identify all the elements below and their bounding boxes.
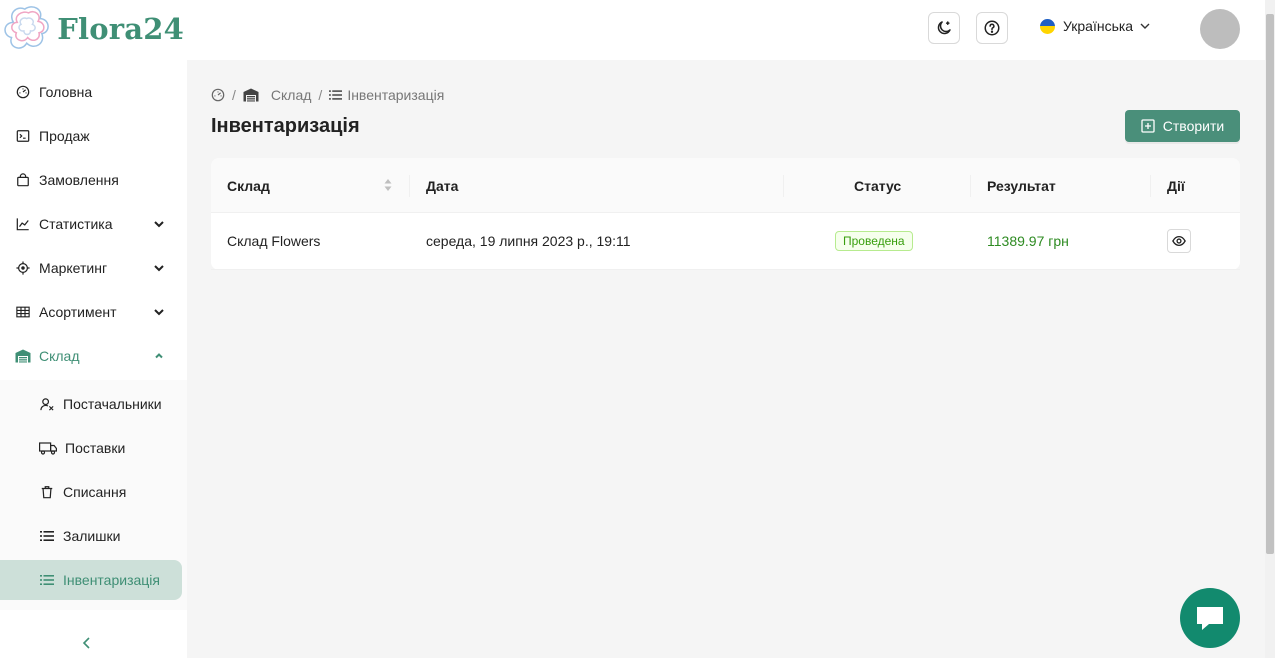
list-icon <box>39 528 55 544</box>
inventory-table: Склад Дата Статус Результат Дії Склад Fl… <box>211 158 1240 270</box>
breadcrumb-current-label: Інвентаризація <box>347 87 445 103</box>
column-divider <box>409 175 410 197</box>
chat-bubble-icon <box>1197 607 1223 630</box>
sidebar-item-label: Головна <box>39 84 93 100</box>
sidebar-subitem-stock[interactable]: Залишки <box>0 516 187 556</box>
flower-logo-icon <box>4 6 49 49</box>
sort-icon[interactable] <box>383 178 393 195</box>
chevron-down-icon <box>152 305 166 319</box>
breadcrumb-current: Інвентаризація <box>329 87 444 103</box>
collapse-sidebar-button[interactable] <box>80 636 94 650</box>
create-button[interactable]: Створити <box>1125 110 1240 142</box>
scrollbar-thumb[interactable] <box>1266 14 1274 554</box>
list-icon <box>329 90 343 100</box>
plus-square-icon <box>1141 119 1155 133</box>
sidebar-item-label: Статистика <box>39 216 113 232</box>
sidebar-subitem-label: Списання <box>63 484 127 500</box>
sidebar-subitem-label: Інвентаризація <box>63 572 160 588</box>
sidebar-item-label: Склад <box>39 348 80 364</box>
sidebar-subitem-writeoffs[interactable]: Списання <box>0 472 187 512</box>
sidebar-item-label: Замовлення <box>39 172 119 188</box>
theme-toggle-button[interactable] <box>928 12 960 44</box>
sidebar-item-statistics[interactable]: Статистика <box>0 202 187 246</box>
sidebar-subitem-label: Поставки <box>65 440 126 456</box>
terminal-icon <box>15 128 31 144</box>
sidebar-item-marketing[interactable]: Маркетинг <box>0 246 187 290</box>
column-divider <box>970 175 971 197</box>
sidebar: Головна Продаж Замовлення Статистика Мар… <box>0 60 187 658</box>
eye-icon <box>1172 235 1186 247</box>
shopping-bag-icon <box>15 172 31 188</box>
sidebar-subitem-suppliers[interactable]: Постачальники <box>0 384 187 424</box>
breadcrumb-warehouse[interactable]: Склад <box>243 87 312 103</box>
sidebar-subitem-label: Постачальники <box>63 396 162 412</box>
column-header-result: Результат <box>987 177 1056 194</box>
dashboard-icon <box>15 84 31 100</box>
breadcrumb-separator: / <box>232 87 236 103</box>
sidebar-subitem-deliveries[interactable]: Поставки <box>0 428 187 468</box>
sidebar-subitem-inventory[interactable]: Інвентаризація <box>0 560 182 600</box>
chat-button[interactable] <box>1180 588 1240 648</box>
sidebar-item-assortment[interactable]: Асортимент <box>0 290 187 334</box>
logo[interactable]: Flora24 <box>4 4 184 54</box>
warehouse-icon <box>15 348 31 364</box>
language-selector[interactable]: Українська <box>1040 18 1151 34</box>
help-button[interactable] <box>976 12 1008 44</box>
chevron-down-icon <box>152 217 166 231</box>
sidebar-item-sales[interactable]: Продаж <box>0 114 187 158</box>
cell-date: середа, 19 липня 2023 р., 19:11 <box>426 233 631 249</box>
top-header: Flora24 Українська <box>0 0 1265 60</box>
list-icon <box>39 572 55 588</box>
cell-status: Проведена <box>835 213 913 269</box>
warehouse-icon <box>243 88 259 102</box>
trash-icon <box>39 484 55 500</box>
column-header-actions: Дії <box>1167 177 1185 194</box>
breadcrumb: / Склад / Інвентаризація <box>211 87 444 103</box>
column-header-date: Дата <box>426 177 459 194</box>
sidebar-item-label: Асортимент <box>39 304 117 320</box>
cell-warehouse: Склад Flowers <box>227 233 321 249</box>
avatar[interactable] <box>1200 9 1240 49</box>
breadcrumb-home[interactable] <box>211 88 225 102</box>
chevron-down-icon <box>1140 23 1150 29</box>
sidebar-item-label: Продаж <box>39 128 90 144</box>
breadcrumb-separator: / <box>318 87 323 103</box>
sidebar-item-warehouse[interactable]: Склад <box>0 334 187 378</box>
column-header-status: Статус <box>854 177 902 194</box>
ukraine-flag-icon <box>1040 18 1055 34</box>
dashboard-icon <box>211 88 225 102</box>
page-title: Інвентаризація <box>211 115 360 137</box>
sidebar-item-orders[interactable]: Замовлення <box>0 158 187 202</box>
cell-result: 11389.97 грн <box>987 233 1069 249</box>
chevron-down-icon <box>152 261 166 275</box>
sidebar-item-home[interactable]: Головна <box>0 70 187 114</box>
line-chart-icon <box>15 216 31 232</box>
create-button-label: Створити <box>1162 118 1225 134</box>
language-label: Українська <box>1063 18 1134 34</box>
table-row: Склад Flowers середа, 19 липня 2023 р., … <box>211 213 1240 270</box>
question-icon <box>984 20 1000 36</box>
logo-text: Flora24 <box>57 12 184 46</box>
truck-icon <box>39 440 57 456</box>
suppliers-icon <box>39 396 55 412</box>
status-badge: Проведена <box>835 231 913 251</box>
chevron-left-icon <box>82 637 90 649</box>
chevron-up-icon <box>152 349 166 363</box>
table-header: Склад Дата Статус Результат Дії <box>211 158 1240 213</box>
breadcrumb-warehouse-label: Склад <box>270 87 312 103</box>
column-header-warehouse[interactable]: Склад <box>227 158 270 213</box>
sidebar-subitem-label: Залишки <box>63 528 121 544</box>
cell-actions <box>1167 213 1191 269</box>
column-divider <box>1150 175 1151 197</box>
moon-icon <box>937 21 951 35</box>
aim-icon <box>15 260 31 276</box>
sidebar-item-label: Маркетинг <box>39 260 108 276</box>
table-icon <box>15 304 31 320</box>
column-divider <box>783 175 784 197</box>
view-button[interactable] <box>1167 229 1191 253</box>
